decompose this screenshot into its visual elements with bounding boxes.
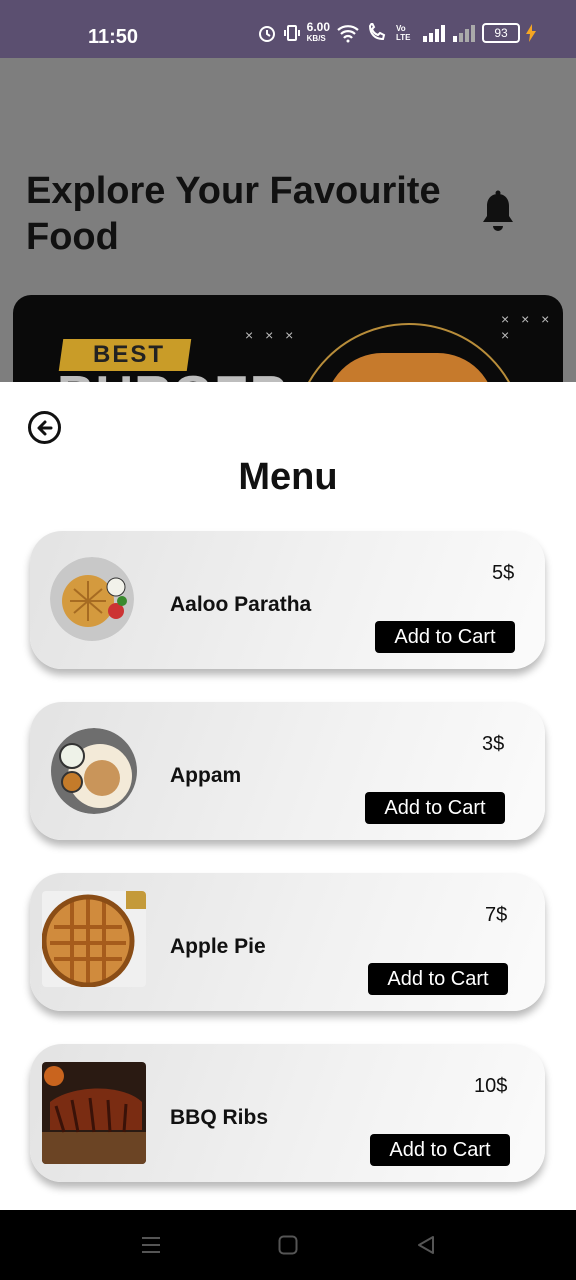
add-to-cart-button[interactable]: Add to Cart: [370, 1134, 510, 1166]
charging-icon: [526, 24, 536, 42]
status-bar: 11:50 6.00 KB/S Vo LTE 93: [0, 0, 576, 58]
system-nav-bar: [0, 1210, 576, 1280]
wifi-calling-icon: [368, 23, 386, 41]
signal-2-icon: [453, 25, 475, 42]
add-to-cart-button[interactable]: Add to Cart: [368, 963, 508, 995]
vibrate-icon: [283, 25, 300, 41]
item-name: Appam: [170, 764, 242, 787]
item-price: 5$: [492, 562, 515, 584]
net-speed-value: 6.00: [306, 20, 330, 34]
menu-item-card[interactable]: Appam 3$ Add to Cart: [30, 702, 545, 840]
appam-image: [50, 728, 138, 814]
page-title: Explore Your Favourite Food: [26, 170, 441, 258]
menu-sheet: Menu Aaloo Paratha 5$ Add to Cart Appam …: [0, 382, 576, 1210]
item-price: 3$: [482, 733, 505, 755]
home-icon[interactable]: [278, 1235, 298, 1255]
arrow-left-icon: [37, 420, 52, 435]
banner-deco-2: × × × ×: [501, 311, 554, 343]
lte-label: Vo LTE: [396, 24, 411, 42]
item-name: Apple Pie: [170, 935, 266, 958]
add-to-cart-button[interactable]: Add to Cart: [365, 792, 505, 824]
background-screen: Explore Your Favourite Food BEST BURGER …: [0, 58, 576, 455]
signal-icon: [423, 25, 445, 42]
menu-item-card[interactable]: BBQ Ribs 10$ Add to Cart: [30, 1044, 545, 1182]
recent-apps-icon[interactable]: [140, 1235, 162, 1255]
add-to-cart-button[interactable]: Add to Cart: [375, 621, 515, 653]
net-speed: 6.00 KB/S: [306, 20, 330, 44]
menu-item-card[interactable]: Apple Pie 7$ Add to Cart: [30, 873, 545, 1011]
net-speed-unit: KB/S: [306, 34, 326, 43]
aaloo-paratha-image: [50, 557, 134, 641]
back-triangle-icon[interactable]: [416, 1235, 436, 1255]
item-name: BBQ Ribs: [170, 1106, 269, 1129]
back-button[interactable]: [28, 411, 61, 444]
status-icons: 6.00 KB/S Vo LTE 93: [257, 20, 536, 44]
wifi-icon: [337, 25, 359, 43]
battery-indicator: 93: [482, 23, 520, 43]
bell-icon[interactable]: [480, 190, 516, 234]
apple-pie-image: [42, 891, 146, 987]
item-price: 7$: [485, 904, 508, 926]
menu-title: Menu: [238, 456, 338, 498]
item-name: Aaloo Paratha: [170, 593, 312, 616]
banner-deco-1: × × ×: [245, 327, 298, 343]
item-price: 10$: [474, 1075, 508, 1097]
alarm-icon: [258, 26, 275, 42]
status-time: 11:50: [88, 26, 139, 48]
bbq-ribs-image: [42, 1062, 146, 1164]
menu-item-card[interactable]: Aaloo Paratha 5$ Add to Cart: [30, 531, 545, 669]
